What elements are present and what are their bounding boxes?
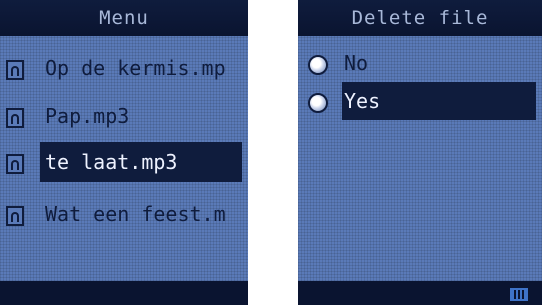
file-item-pap[interactable]: Pap.mp3 [0, 96, 248, 136]
music-file-icon [6, 108, 24, 128]
status-bar [298, 281, 542, 305]
delete-file-screen: Delete file No Yes [298, 0, 542, 305]
option-label: No [344, 51, 369, 75]
file-item-label: Op de kermis.mp [45, 56, 226, 80]
file-item-label: te laat.mp3 [45, 150, 178, 174]
radio-icon [308, 93, 328, 113]
option-yes[interactable]: Yes [298, 82, 542, 120]
radio-icon [308, 55, 328, 75]
menu-screen: Menu Op de kermis.mp Pap.mp3 te laat.mp3… [0, 0, 248, 305]
music-file-icon [6, 154, 24, 174]
menu-title: Menu [0, 0, 248, 36]
status-bar [0, 281, 248, 305]
music-file-icon [6, 60, 24, 80]
delete-file-title: Delete file [298, 0, 542, 36]
file-item-op-de-kermis[interactable]: Op de kermis.mp [0, 48, 248, 88]
option-no[interactable]: No [298, 44, 542, 82]
file-item-te-laat[interactable]: te laat.mp3 [0, 142, 248, 182]
file-item-wat-een-feest[interactable]: Wat een feest.m [0, 194, 248, 234]
file-item-label: Wat een feest.m [45, 202, 226, 226]
file-item-label: Pap.mp3 [45, 104, 130, 128]
music-file-icon [6, 206, 24, 226]
option-label: Yes [344, 89, 381, 113]
battery-icon [510, 288, 528, 301]
